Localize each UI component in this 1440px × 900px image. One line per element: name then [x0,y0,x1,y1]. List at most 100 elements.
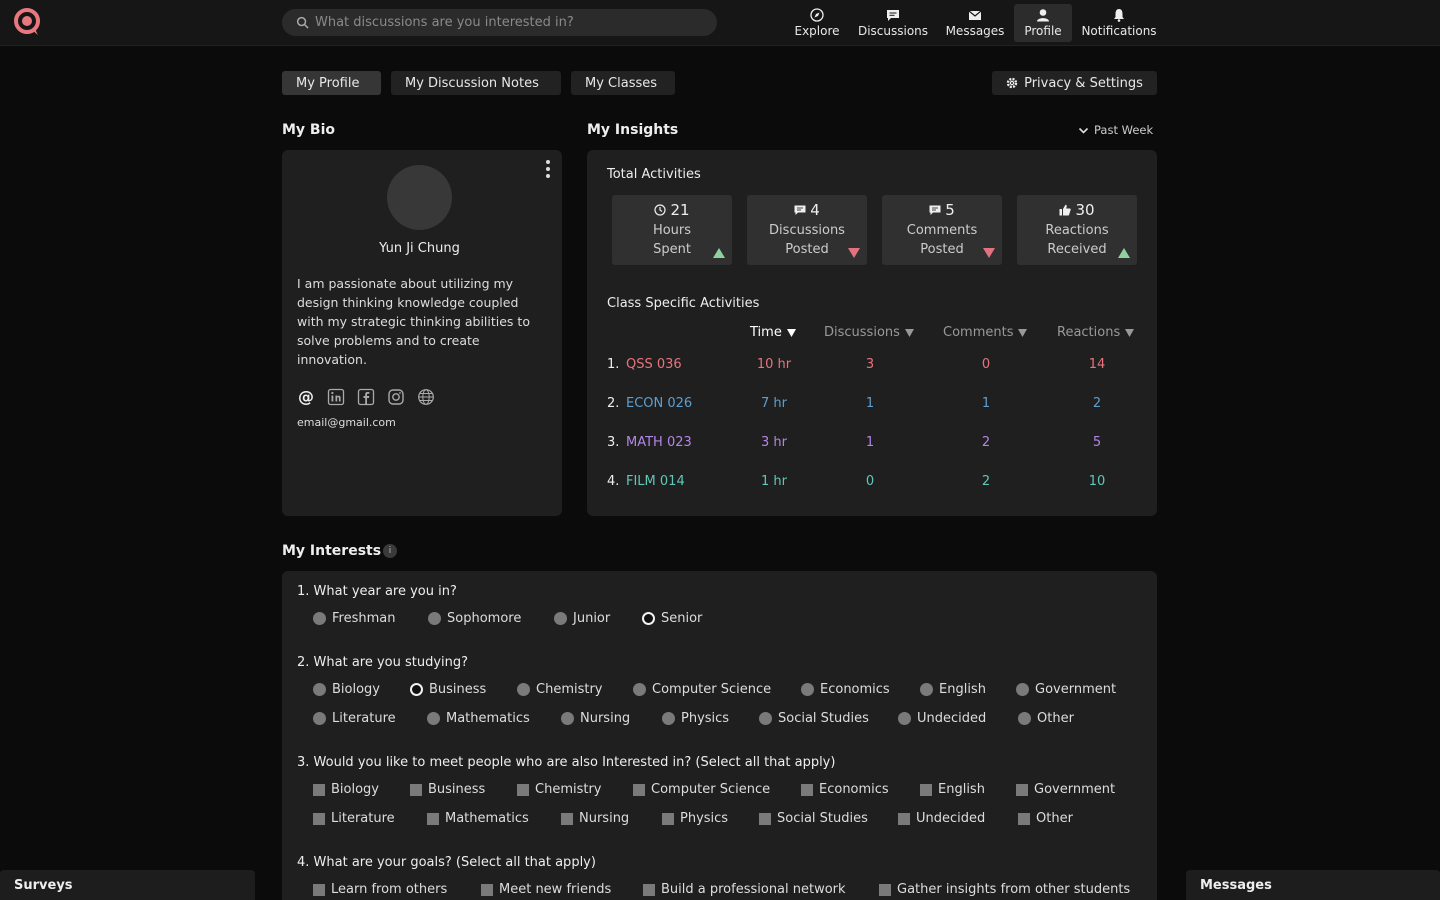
checkbox-option[interactable]: Gather insights from other students [879,882,1130,897]
range-dropdown[interactable]: Past Week [1078,123,1153,137]
checkbox-option[interactable]: Computer Science [633,782,770,797]
checkbox[interactable] [517,783,529,796]
class-link[interactable]: FILM 014 [626,474,685,489]
radio-button[interactable] [561,712,574,725]
radio-button[interactable] [898,712,911,725]
radio-option[interactable]: Biology [313,682,380,697]
radio-button-selected[interactable] [642,612,655,625]
checkbox[interactable] [920,783,932,796]
class-link[interactable]: QSS 036 [626,357,682,372]
radio-option[interactable]: Economics [801,682,890,697]
checkbox-option[interactable]: English [920,782,985,797]
nav-profile[interactable]: Profile [1014,4,1072,42]
checkbox[interactable] [410,783,422,796]
radio-option[interactable]: Physics [662,711,729,726]
checkbox-option[interactable]: Biology [313,782,379,797]
radio-option[interactable]: Government [1016,682,1116,697]
messages-dock[interactable]: Messages [1186,870,1440,900]
class-link[interactable]: MATH 023 [626,435,692,450]
radio-button[interactable] [662,712,675,725]
radio-button[interactable] [517,683,530,696]
more-options-icon[interactable] [544,160,552,178]
checkbox[interactable] [313,812,325,825]
radio-button[interactable] [427,712,440,725]
checkbox[interactable] [759,812,771,825]
surveys-dock[interactable]: Surveys [0,870,255,900]
checkbox-option[interactable]: Learn from others [313,882,447,897]
tab-my-profile[interactable]: My Profile [282,71,381,95]
radio-button[interactable] [313,612,326,625]
radio-option[interactable]: Mathematics [427,711,530,726]
radio-button[interactable] [313,683,326,696]
radio-option[interactable]: Computer Science [633,682,771,697]
checkbox-option[interactable]: Physics [662,811,728,826]
linkedin-icon[interactable] [327,388,345,406]
radio-option[interactable]: Undecided [898,711,986,726]
nav-notifications[interactable]: Notifications [1076,4,1162,42]
checkbox[interactable] [633,783,645,796]
column-header-discussions[interactable]: Discussions [824,325,914,340]
checkbox-option[interactable]: Other [1018,811,1073,826]
radio-option[interactable]: Junior [554,611,610,626]
privacy-settings-button[interactable]: Privacy & Settings [992,71,1157,95]
checkbox-option[interactable]: Mathematics [427,811,529,826]
checkbox-option[interactable]: Meet new friends [481,882,611,897]
checkbox-option[interactable]: Chemistry [517,782,602,797]
tab-my-discussion-notes[interactable]: My Discussion Notes [391,71,561,95]
radio-option[interactable]: Freshman [313,611,395,626]
checkbox[interactable] [313,883,325,896]
nav-discussions[interactable]: Discussions [853,4,933,42]
radio-option[interactable]: Social Studies [759,711,869,726]
checkbox-option[interactable]: Undecided [898,811,985,826]
radio-button[interactable] [633,683,646,696]
radio-option[interactable]: Other [1018,711,1074,726]
radio-button[interactable] [554,612,567,625]
column-header-comments[interactable]: Comments [943,325,1028,340]
at-icon[interactable]: @ [297,388,315,406]
column-header-time[interactable]: Time [750,325,796,340]
search-input[interactable] [315,15,705,30]
radio-button[interactable] [759,712,772,725]
radio-option[interactable]: Business [410,682,486,697]
radio-button[interactable] [801,683,814,696]
checkbox-option[interactable]: Social Studies [759,811,868,826]
checkbox-option[interactable]: Nursing [561,811,629,826]
radio-option[interactable]: Chemistry [517,682,603,697]
checkbox[interactable] [643,883,655,896]
checkbox-option[interactable]: Business [410,782,485,797]
instagram-icon[interactable] [387,388,405,406]
search-bar[interactable] [282,9,717,36]
checkbox[interactable] [1016,783,1028,796]
radio-option[interactable]: Sophomore [428,611,521,626]
nav-explore[interactable]: Explore [787,4,847,42]
column-header-reactions[interactable]: Reactions [1057,325,1135,340]
checkbox[interactable] [801,783,813,796]
globe-icon[interactable] [417,388,435,406]
checkbox-option[interactable]: Literature [313,811,395,826]
radio-button-selected[interactable] [410,683,423,696]
radio-option[interactable]: Nursing [561,711,630,726]
app-logo-icon[interactable] [14,8,42,36]
radio-option[interactable]: Senior [642,611,702,626]
radio-button[interactable] [1016,683,1029,696]
radio-button[interactable] [313,712,326,725]
checkbox[interactable] [481,883,493,896]
checkbox[interactable] [427,812,439,825]
radio-button[interactable] [920,683,933,696]
class-link[interactable]: ECON 026 [626,396,692,411]
checkbox-option[interactable]: Economics [801,782,889,797]
radio-option[interactable]: Literature [313,711,396,726]
radio-button[interactable] [428,612,441,625]
checkbox[interactable] [898,812,910,825]
checkbox-option[interactable]: Build a professional network [643,882,846,897]
avatar[interactable] [387,165,452,230]
tab-my-classes[interactable]: My Classes [571,71,675,95]
nav-messages[interactable]: Messages [940,4,1010,42]
radio-button[interactable] [1018,712,1031,725]
info-icon[interactable]: i [383,544,397,558]
checkbox-option[interactable]: Government [1016,782,1115,797]
radio-option[interactable]: English [920,682,986,697]
checkbox[interactable] [561,812,573,825]
facebook-icon[interactable] [357,388,375,406]
checkbox[interactable] [662,812,674,825]
